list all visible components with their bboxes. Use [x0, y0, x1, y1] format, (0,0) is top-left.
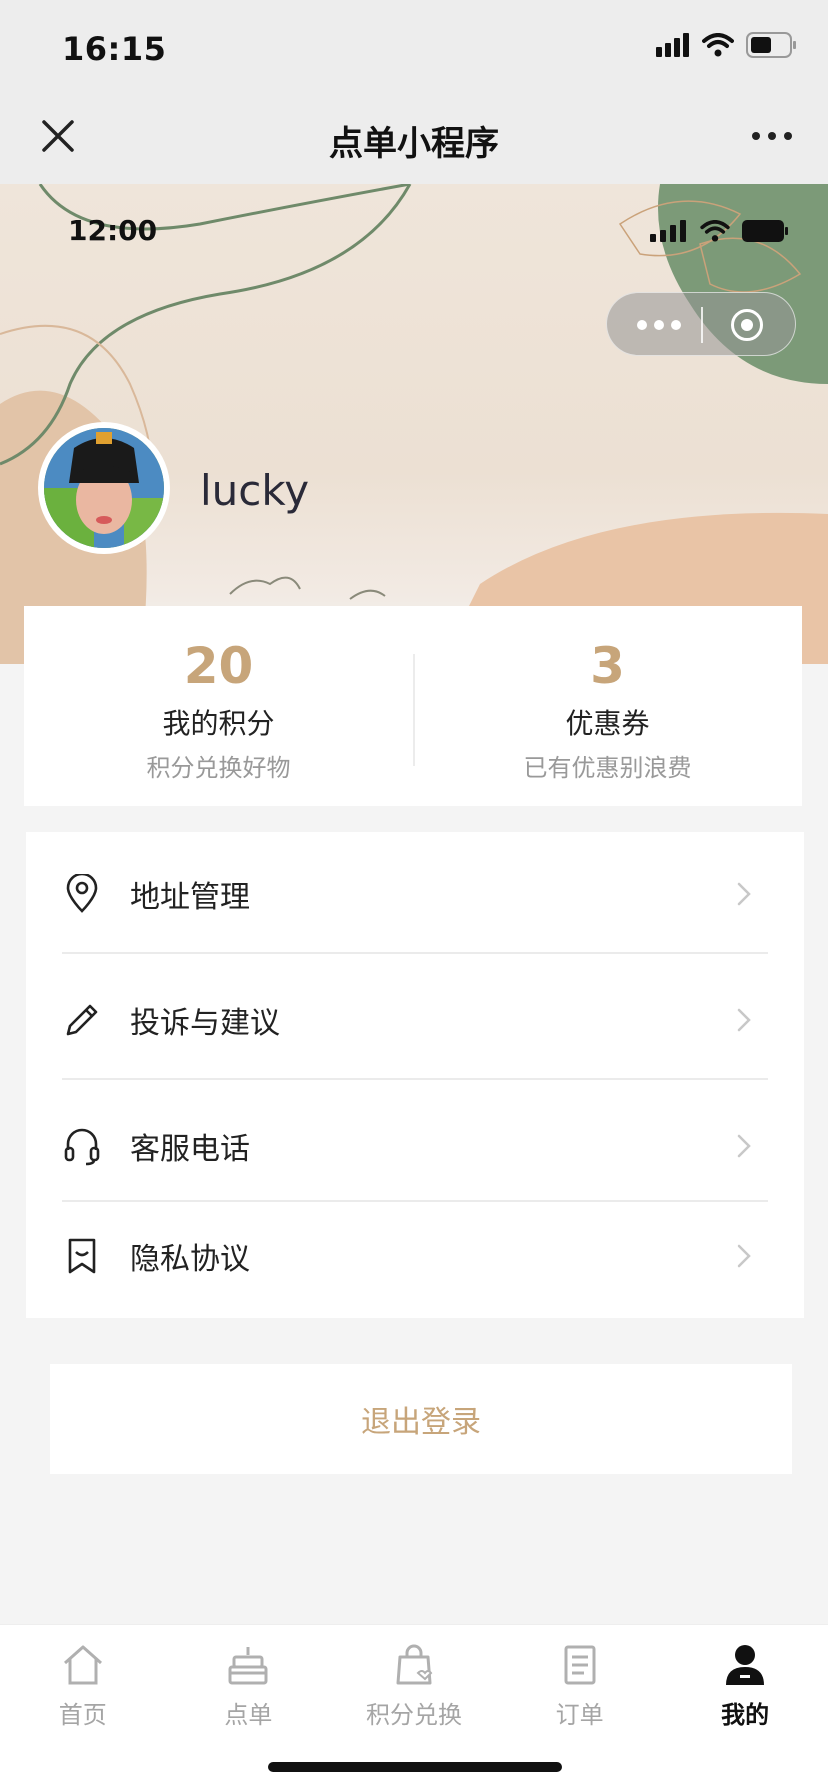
- mini-program-status-icons: [650, 220, 788, 242]
- pencil-icon: [66, 1004, 98, 1036]
- menu-item-label: 客服电话: [130, 1132, 250, 1167]
- coupon-value: 3: [590, 637, 625, 695]
- menu-item-privacy[interactable]: 隐私协议: [62, 1226, 768, 1286]
- chevron-right-icon: [737, 1134, 751, 1158]
- coupon-label: 优惠券: [565, 707, 650, 740]
- battery-icon: [746, 32, 796, 58]
- bookmark-icon: [68, 1238, 96, 1274]
- wifi-icon: [702, 33, 734, 57]
- mini-program-capsule[interactable]: [606, 292, 796, 356]
- stats-divider: [413, 654, 415, 766]
- menu-item-feedback[interactable]: 投诉与建议: [62, 990, 768, 1050]
- menu-divider: [62, 1078, 768, 1080]
- username: lucky: [200, 466, 310, 515]
- battery-icon: [742, 220, 788, 242]
- menu-item-customer-service[interactable]: 客服电话: [62, 1116, 768, 1176]
- capsule-more-icon[interactable]: [637, 320, 681, 330]
- avatar[interactable]: [38, 422, 170, 554]
- nav-title: 点单小程序: [329, 124, 499, 164]
- points-label: 我的积分: [162, 707, 275, 740]
- points-subtitle: 积分兑换好物: [146, 754, 291, 782]
- tab-label: 我的: [721, 1701, 770, 1729]
- home-icon: [63, 1645, 102, 1685]
- cake-icon: [228, 1647, 268, 1685]
- home-indicator: [268, 1762, 562, 1772]
- more-icon[interactable]: [752, 132, 792, 140]
- signal-icon: [656, 33, 689, 57]
- menu-divider: [62, 1200, 768, 1202]
- chevron-right-icon: [737, 1008, 751, 1032]
- capsule-close-icon[interactable]: [731, 309, 763, 341]
- tab-label: 首页: [58, 1701, 107, 1729]
- logout-button[interactable]: 退出登录: [50, 1364, 792, 1474]
- coupon-subtitle: 已有优惠别浪费: [523, 754, 692, 782]
- tab-home[interactable]: 首页: [0, 1625, 166, 1792]
- system-icons: [656, 32, 798, 58]
- system-status-bar: 16:15: [0, 0, 828, 92]
- wifi-icon: [700, 220, 730, 242]
- mini-program-time: 12:00: [68, 214, 158, 247]
- signal-icon: [650, 220, 686, 242]
- stats-card: 20 我的积分 积分兑换好物 3 优惠券 已有优惠别浪费: [24, 606, 802, 806]
- headset-icon: [64, 1128, 100, 1166]
- points-stat[interactable]: 20 我的积分 积分兑换好物: [24, 606, 413, 806]
- menu-item-address[interactable]: 地址管理: [62, 864, 768, 924]
- menu-divider: [62, 952, 768, 954]
- menu-item-label: 投诉与建议: [130, 1006, 280, 1041]
- menu-item-label: 地址管理: [130, 880, 250, 915]
- menu-item-label: 隐私协议: [130, 1242, 250, 1277]
- document-icon: [564, 1645, 596, 1685]
- profile-header: 12:00 lucky: [0, 184, 828, 664]
- tab-label: 订单: [555, 1701, 604, 1729]
- header-background-art: [0, 184, 828, 664]
- shopping-bag-icon: [396, 1644, 433, 1685]
- system-time: 16:15: [62, 30, 167, 68]
- user-icon: [726, 1645, 765, 1685]
- location-pin-icon: [66, 874, 98, 913]
- settings-menu: 地址管理 投诉与建议 客服电话 隐私协议: [26, 832, 804, 1318]
- tab-label: 积分兑换: [365, 1701, 462, 1729]
- points-value: 20: [183, 637, 254, 695]
- chevron-right-icon: [737, 882, 751, 906]
- nav-bar: 点单小程序: [0, 92, 828, 184]
- chevron-right-icon: [737, 1244, 751, 1268]
- coupon-stat[interactable]: 3 优惠券 已有优惠别浪费: [413, 606, 802, 806]
- tab-mine[interactable]: 我的: [662, 1625, 828, 1792]
- tab-label: 点单: [224, 1701, 273, 1729]
